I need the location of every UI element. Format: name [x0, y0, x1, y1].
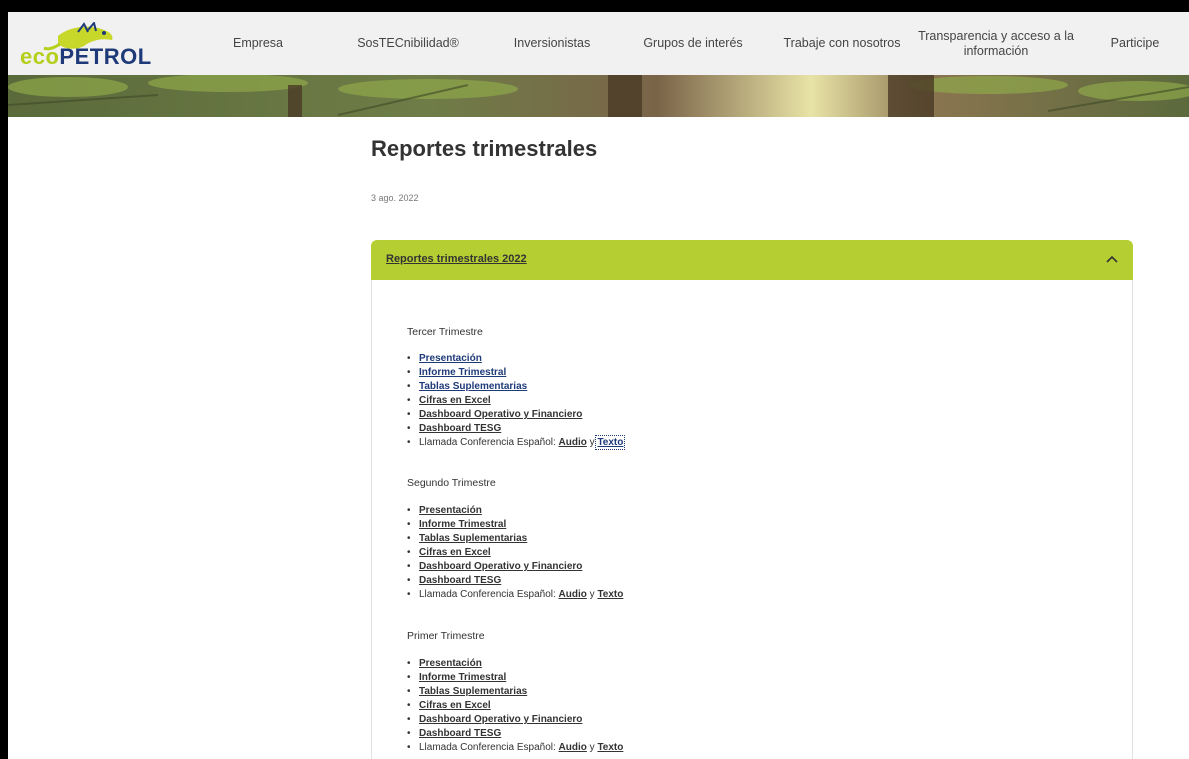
- logo-wordmark: ecoPETROL: [20, 44, 152, 70]
- nav-grupos-de-interes[interactable]: Grupos de interés: [638, 12, 748, 75]
- link-dashboard-operativo[interactable]: Dashboard Operativo y Financiero: [419, 714, 582, 725]
- call-separator: y: [589, 589, 595, 600]
- link-presentacion[interactable]: Presentación: [419, 505, 482, 516]
- list-item: Cifras en Excel: [407, 546, 623, 560]
- list-item: Llamada Conferencia Español: Audio y Tex…: [407, 435, 626, 450]
- list-item: Dashboard TESG: [407, 422, 623, 436]
- list-item: Informe Trimestral: [407, 518, 623, 532]
- link-cifras-excel[interactable]: Cifras en Excel: [419, 547, 491, 558]
- list-item: Tablas Suplementarias: [407, 532, 623, 546]
- nav-transparencia[interactable]: Transparencia y acceso a la información: [916, 12, 1076, 75]
- list-item: Cifras en Excel: [407, 699, 623, 713]
- list-item: Llamada Conferencia Español: Audio y Tex…: [407, 741, 623, 755]
- call-separator: y: [589, 742, 595, 753]
- call-label: Llamada Conferencia Español:: [419, 437, 556, 448]
- list-item: Cifras en Excel: [407, 394, 623, 408]
- nav-participe[interactable]: Participe: [1100, 12, 1170, 75]
- link-dashboard-operativo[interactable]: Dashboard Operativo y Financiero: [419, 561, 582, 572]
- accordion-header[interactable]: Reportes trimestrales 2022: [371, 240, 1133, 280]
- link-cifras-excel[interactable]: Cifras en Excel: [419, 700, 491, 711]
- link-dashboard-tesg[interactable]: Dashboard TESG: [419, 728, 501, 739]
- link-presentacion[interactable]: Presentación: [419, 353, 482, 364]
- section-label-primer-trimestre: Primer Trimestre: [407, 630, 485, 642]
- chevron-up-icon[interactable]: [1105, 252, 1119, 266]
- list-item: Tablas Suplementarias: [407, 380, 623, 394]
- call-label: Llamada Conferencia Español:: [419, 742, 556, 753]
- link-audio[interactable]: Audio: [559, 437, 587, 448]
- link-texto[interactable]: Texto: [597, 589, 623, 600]
- banner-image: [8, 75, 1189, 117]
- link-tablas-suplementarias[interactable]: Tablas Suplementarias: [419, 686, 527, 697]
- link-audio[interactable]: Audio: [559, 589, 587, 600]
- link-list-tercer-trimestre: Presentación Informe Trimestral Tablas S…: [407, 352, 626, 450]
- list-item: Presentación: [407, 352, 623, 366]
- page-title: Reportes trimestrales: [371, 136, 598, 161]
- link-presentacion[interactable]: Presentación: [419, 658, 482, 669]
- nav-inversionistas[interactable]: Inversionistas: [502, 12, 602, 75]
- list-item: Llamada Conferencia Español: Audio y Tex…: [407, 588, 623, 602]
- call-label: Llamada Conferencia Español:: [419, 589, 556, 600]
- link-tablas-suplementarias[interactable]: Tablas Suplementarias: [419, 381, 527, 392]
- link-tablas-suplementarias[interactable]: Tablas Suplementarias: [419, 533, 527, 544]
- list-item: Dashboard Operativo y Financiero: [407, 408, 623, 422]
- site-header: ecoPETROL Empresa SosTECnibilidad® Inver…: [8, 12, 1189, 75]
- section-label-tercer-trimestre: Tercer Trimestre: [407, 326, 483, 338]
- list-item: Dashboard TESG: [407, 727, 623, 741]
- link-dashboard-tesg[interactable]: Dashboard TESG: [419, 423, 501, 434]
- link-dashboard-operativo[interactable]: Dashboard Operativo y Financiero: [419, 409, 582, 420]
- list-item: Dashboard Operativo y Financiero: [407, 560, 623, 574]
- logo-eco-text: eco: [20, 44, 60, 69]
- forest-banner: [8, 75, 1189, 117]
- nav-trabaje-con-nosotros[interactable]: Trabaje con nosotros: [778, 12, 906, 75]
- list-item: Dashboard Operativo y Financiero: [407, 713, 623, 727]
- call-separator: y: [589, 437, 595, 448]
- link-informe-trimestral[interactable]: Informe Trimestral: [419, 672, 506, 683]
- link-audio[interactable]: Audio: [559, 742, 587, 753]
- publish-date: 3 ago. 2022: [371, 193, 419, 203]
- list-item: Presentación: [407, 504, 623, 518]
- link-texto[interactable]: Texto: [595, 435, 626, 450]
- link-informe-trimestral[interactable]: Informe Trimestral: [419, 519, 506, 530]
- list-item: Dashboard TESG: [407, 574, 623, 588]
- list-item: Tablas Suplementarias: [407, 685, 623, 699]
- accordion-body: Tercer Trimestre Presentación Informe Tr…: [371, 280, 1133, 759]
- list-item: Presentación: [407, 657, 623, 671]
- list-item: Informe Trimestral: [407, 671, 623, 685]
- section-label-segundo-trimestre: Segundo Trimestre: [407, 477, 496, 489]
- accordion-title[interactable]: Reportes trimestrales 2022: [386, 253, 527, 265]
- nav-sostecnibilidad[interactable]: SosTECnibilidad®: [348, 12, 468, 75]
- link-dashboard-tesg[interactable]: Dashboard TESG: [419, 575, 501, 586]
- page: ecoPETROL Empresa SosTECnibilidad® Inver…: [8, 12, 1189, 759]
- link-list-segundo-trimestre: Presentación Informe Trimestral Tablas S…: [407, 504, 623, 602]
- list-item: Informe Trimestral: [407, 366, 623, 380]
- logo-petrol-text: PETROL: [59, 44, 152, 69]
- link-list-primer-trimestre: Presentación Informe Trimestral Tablas S…: [407, 657, 623, 755]
- nav-empresa[interactable]: Empresa: [218, 12, 298, 75]
- link-informe-trimestral[interactable]: Informe Trimestral: [419, 367, 506, 378]
- link-texto[interactable]: Texto: [597, 742, 623, 753]
- link-cifras-excel[interactable]: Cifras en Excel: [419, 395, 491, 406]
- ecopetrol-logo[interactable]: ecoPETROL: [18, 22, 151, 69]
